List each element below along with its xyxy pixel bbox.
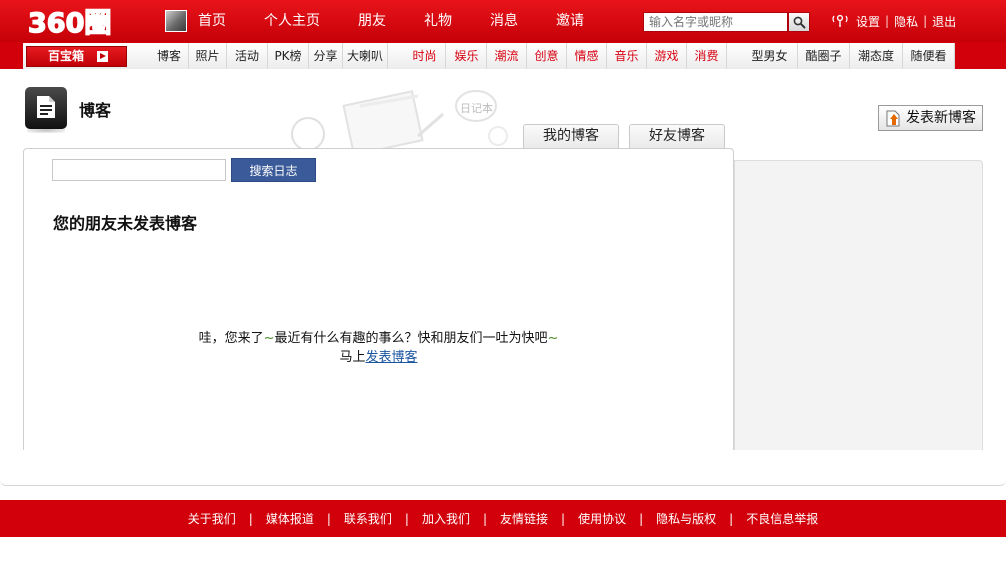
sub-nav-item-0[interactable]: 博客	[150, 43, 189, 69]
page-title: 博客	[79, 101, 112, 120]
nav-messages[interactable]: 消息	[490, 0, 518, 42]
sub-nav-item-10[interactable]: 情感	[567, 43, 607, 69]
footer-link-0[interactable]: 关于我们	[188, 510, 236, 527]
footer-separator: |	[639, 511, 644, 526]
separator: |	[923, 14, 928, 28]
tab-friend-blog[interactable]: 好友博客	[629, 124, 725, 149]
sub-nav-item-3[interactable]: PK榜	[268, 43, 309, 69]
blog-search-input[interactable]	[52, 159, 226, 181]
svg-text:日记本: 日记本	[460, 101, 493, 115]
message-line: 哇，您来了~最近有什么有趣的事么？快和朋友们一吐为快吧~	[23, 329, 734, 348]
sub-nav-item-15[interactable]: 酷圈子	[798, 43, 850, 69]
blog-main-panel	[23, 148, 734, 450]
logout-link[interactable]: 退出	[932, 13, 956, 30]
blog-search-button[interactable]: 搜索日志	[231, 158, 316, 182]
sub-nav-item-5[interactable]: 大喇叭	[343, 43, 388, 69]
message-text-1: 哇，您来了	[198, 331, 264, 346]
sub-nav-item-9[interactable]: 创意	[527, 43, 567, 69]
nav-profile[interactable]: 个人主页	[264, 0, 320, 42]
footer-separator: |	[482, 511, 488, 526]
user-links: 设置 | 隐私 | 退出	[830, 0, 956, 42]
footer-link-1[interactable]: 媒体报道	[266, 510, 314, 527]
sub-nav-item-17[interactable]: 随便看	[903, 43, 955, 69]
tilde: ~	[547, 331, 559, 346]
settings-link[interactable]: 设置	[856, 13, 880, 30]
nav-gifts[interactable]: 礼物	[424, 0, 452, 42]
treasure-box-label: 百宝箱	[48, 49, 85, 63]
footer-separator: |	[404, 511, 409, 526]
play-icon	[97, 51, 108, 62]
blog-icon	[25, 87, 67, 133]
nav-friends[interactable]: 朋友	[358, 0, 386, 42]
sub-nav-item-7[interactable]: 娱乐	[447, 43, 487, 69]
cta-line: 马上发表博客	[23, 348, 734, 367]
settings-icon[interactable]	[830, 13, 850, 29]
sub-nav-item-12[interactable]: 游戏	[647, 43, 687, 69]
logo[interactable]: 360圈	[26, 3, 126, 39]
cta-prefix: 马上	[339, 350, 366, 365]
footer-link-2[interactable]: 联系我们	[344, 510, 392, 527]
new-post-button[interactable]: 发表新博客	[878, 105, 983, 131]
footer-separator: |	[729, 511, 734, 526]
sub-nav-item-11[interactable]: 音乐	[607, 43, 647, 69]
message-text-2: 最近有什么有趣的事么？快和朋友们一吐为快吧	[274, 331, 548, 346]
separator: |	[885, 14, 890, 28]
sub-nav-item-14[interactable]: 型男女	[742, 43, 798, 69]
sub-nav-bar: 百宝箱 博客 照片 活动 PK榜 分享 大喇叭 时尚 娱乐 潮流 创意 情感 音乐 游戏 消费 型男女 酷圈子…	[0, 42, 1006, 69]
footer-separator: |	[561, 511, 566, 526]
new-post-label: 发表新博客	[906, 110, 976, 126]
sub-nav-item-4[interactable]: 分享	[309, 43, 343, 69]
page: 360圈 首页 个人主页 朋友 礼物 消息 邀请 设置	[0, 0, 1006, 567]
privacy-link[interactable]: 隐私	[894, 13, 918, 30]
tab-my-blog[interactable]: 我的博客	[523, 124, 619, 149]
content-bottom	[0, 450, 1006, 486]
sub-nav: 百宝箱 博客 照片 活动 PK榜 分享 大喇叭 时尚 娱乐 潮流 创意 情感 音乐 游戏 消费 型男女 酷圈子…	[23, 43, 955, 69]
empty-state-title: 您的朋友未发表博客	[53, 214, 198, 233]
footer-separator: |	[248, 511, 253, 526]
blog-side-panel	[734, 160, 983, 450]
footer-link-5[interactable]: 使用协议	[578, 510, 626, 527]
search-icon	[793, 16, 806, 29]
sub-nav-item-2[interactable]: 活动	[227, 43, 268, 69]
treasure-box-button[interactable]: 百宝箱	[26, 46, 127, 67]
post-blog-link[interactable]: 发表博客	[366, 350, 418, 365]
nav-home[interactable]: 首页	[198, 0, 226, 42]
sub-nav-item-13[interactable]: 消费	[687, 43, 727, 69]
footer-link-3[interactable]: 加入我们	[422, 510, 470, 527]
svg-text:360圈: 360圈	[28, 8, 111, 39]
footer-links: 关于我们 | 媒体报道 | 联系我们 | 加入我们 | 友情链接 | 使用协议 | 隐私与版权 | 不良信息…	[0, 500, 1006, 537]
sub-nav-item-1[interactable]: 照片	[189, 43, 227, 69]
search-input[interactable]	[643, 12, 788, 32]
new-post-icon	[886, 110, 900, 127]
footer-link-4[interactable]: 友情链接	[500, 510, 548, 527]
document-icon	[37, 96, 55, 118]
tilde: ~	[263, 331, 275, 346]
search-button[interactable]	[788, 12, 810, 32]
sub-nav-item-16[interactable]: 潮态度	[850, 43, 903, 69]
empty-state-message: 哇，您来了~最近有什么有趣的事么？快和朋友们一吐为快吧~ 马上发表博客	[23, 329, 734, 367]
nav-invite[interactable]: 邀请	[556, 0, 584, 42]
sub-nav-item-6[interactable]: 时尚	[404, 43, 446, 69]
footer-link-7[interactable]: 不良信息举报	[746, 510, 818, 527]
top-nav: 首页 个人主页 朋友 礼物 消息 邀请	[180, 0, 584, 42]
footer-separator: |	[326, 511, 331, 526]
footer-link-6[interactable]: 隐私与版权	[656, 510, 716, 527]
top-header: 360圈 首页 个人主页 朋友 礼物 消息 邀请 设置	[0, 0, 1006, 42]
footer: 关于我们 | 媒体报道 | 联系我们 | 加入我们 | 友情链接 | 使用协议 | 隐私与版权 | 不良信息…	[0, 500, 1006, 537]
sub-nav-item-8[interactable]: 潮流	[487, 43, 527, 69]
